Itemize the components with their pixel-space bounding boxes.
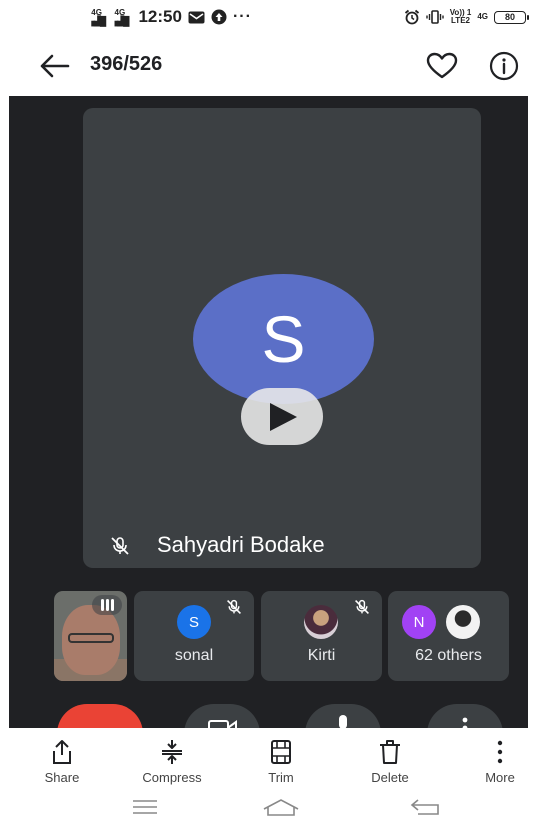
participant-avatar: N: [402, 605, 436, 639]
mic-off-icon: [354, 599, 370, 615]
compress-button[interactable]: Compress: [127, 739, 217, 785]
participant-tile-sonal: S sonal: [134, 591, 254, 681]
status-bar: 4G ▗▟█ 4G ▗▟█ 12:50 ··· Vo)) 1 LTE2 4G 8…: [0, 0, 546, 36]
battery-indicator: 80: [494, 10, 529, 24]
trim-label: Trim: [268, 770, 294, 785]
signal-indicator-1: 4G ▗▟█: [88, 8, 106, 26]
mic-off-icon: [110, 536, 130, 556]
audio-level-icon: [92, 595, 122, 615]
speaker-avatar: S: [193, 274, 374, 404]
compress-icon: [127, 739, 217, 765]
trim-button[interactable]: Trim: [236, 739, 326, 785]
image-counter: 396/526: [90, 53, 163, 75]
speaker-tile: S Sahyadri Bodake: [83, 108, 481, 568]
volte-indicator: Vo)) 1 LTE2: [449, 8, 472, 25]
more-notifications-icon: ···: [232, 8, 252, 25]
recent-apps-icon[interactable]: [132, 797, 158, 822]
more-vertical-icon: [455, 739, 545, 765]
microphone-button: [305, 704, 381, 728]
back-nav-icon[interactable]: [410, 797, 440, 822]
participant-tile-kirti: Kirti: [261, 591, 382, 681]
home-icon[interactable]: [262, 797, 300, 822]
play-button[interactable]: [241, 388, 323, 445]
hang-up-button: [57, 704, 143, 728]
signal-indicator-3: 4G: [477, 12, 488, 21]
camera-button: [184, 704, 260, 728]
signal-indicator-2: 4G ▗▟█: [111, 8, 129, 26]
system-navigation-bar: [0, 793, 546, 825]
status-time: 12:50: [138, 7, 182, 26]
share-button[interactable]: Share: [17, 739, 107, 785]
more-button[interactable]: More: [455, 739, 545, 785]
favorite-heart-icon[interactable]: [426, 52, 458, 80]
participant-tile-others: N 62 others: [388, 591, 509, 681]
trim-icon: [236, 739, 326, 765]
compress-label: Compress: [142, 770, 202, 785]
participant-photo-avatar: [304, 605, 338, 639]
share-label: Share: [44, 770, 80, 785]
trash-icon: [345, 739, 435, 765]
participant-name: Kirti: [307, 647, 336, 664]
share-icon: [17, 739, 107, 765]
gallery-viewer: 4G ▗▟█ 4G ▗▟█ 12:50 ··· Vo)) 1 LTE2 4G 8…: [0, 0, 546, 825]
speaker-name: Sahyadri Bodake: [157, 532, 325, 557]
top-bar: 396/526: [0, 40, 546, 92]
mail-icon: [188, 11, 205, 24]
upload-icon: [211, 9, 227, 25]
bottom-toolbar: Share Compress Trim Delete More: [0, 731, 546, 791]
self-view-glasses: [68, 633, 114, 643]
delete-button[interactable]: Delete: [345, 739, 435, 785]
alarm-icon: [404, 9, 420, 25]
more-label: More: [485, 770, 515, 785]
back-arrow-icon[interactable]: [38, 52, 70, 80]
photo-view[interactable]: S Sahyadri Bodake S sonal Kirti N 62 oth…: [9, 96, 528, 728]
self-view-tile: [54, 591, 127, 681]
more-options-button: [427, 704, 503, 728]
mic-off-icon: [226, 599, 242, 615]
participant-name: 62 others: [415, 647, 482, 664]
delete-label: Delete: [371, 770, 409, 785]
participant-photo-avatar: [446, 605, 480, 639]
participant-name: sonal: [174, 647, 214, 664]
info-icon[interactable]: [489, 51, 519, 81]
vibrate-icon: [425, 10, 444, 24]
participant-avatar: S: [177, 605, 211, 639]
